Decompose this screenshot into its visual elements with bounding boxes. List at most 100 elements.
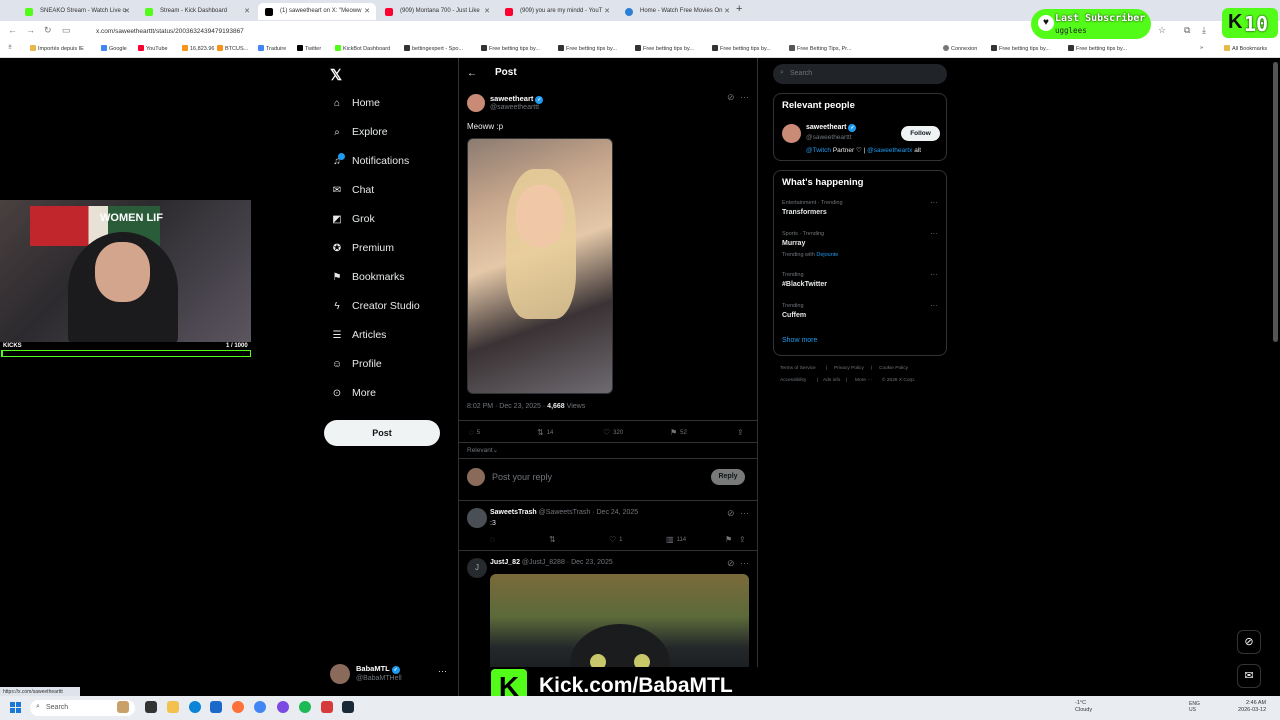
bookmark-item[interactable]: Importés depuis IE: [30, 45, 84, 52]
bookmark-item[interactable]: Free betting tips by...: [991, 45, 1050, 52]
new-tab-icon[interactable]: +: [736, 3, 742, 15]
bookmark-action[interactable]: ⚑ 52: [670, 428, 687, 437]
sidebar-item-creator-studio[interactable]: ϟ Creator Studio: [330, 300, 419, 320]
bookmark-item[interactable]: Free betting tips by...: [635, 45, 694, 52]
sidebar-item-grok[interactable]: ◩ Grok: [330, 213, 375, 233]
post-image[interactable]: [467, 138, 613, 394]
apps-icon[interactable]: ⠿: [8, 45, 12, 51]
reply-author-handle[interactable]: @JustJ_8288: [522, 559, 565, 566]
close-icon[interactable]: ✕: [244, 7, 250, 15]
chevron-right-icon[interactable]: »: [1200, 45, 1203, 51]
all-bookmarks[interactable]: All Bookmarks: [1224, 45, 1267, 52]
system-clock[interactable]: 2:46 AM 2026-03-12: [1238, 700, 1266, 714]
bio-link[interactable]: @Twitch: [806, 147, 831, 154]
bookmark-item[interactable]: Twitter: [297, 45, 321, 52]
close-icon[interactable]: ✕: [124, 7, 130, 15]
like-action[interactable]: ♡ 320: [603, 428, 623, 437]
sidebar-item-more[interactable]: ⊙ More: [330, 387, 376, 407]
bookmark-item[interactable]: Free betting tips by...: [558, 45, 617, 52]
bookmark-item[interactable]: Free betting tips by...: [481, 45, 540, 52]
sidebar-item-chat[interactable]: ✉ Chat: [330, 184, 374, 204]
app-icon[interactable]: [321, 701, 333, 713]
show-more-link[interactable]: Show more: [782, 337, 817, 344]
download-icon[interactable]: ⤓: [1202, 25, 1206, 36]
widgets-icon[interactable]: [117, 701, 129, 713]
reload-icon[interactable]: ↻: [44, 25, 52, 36]
reply-action[interactable]: ◌ 5: [469, 428, 480, 437]
reply-author-name[interactable]: SaweetsTrash: [490, 509, 537, 516]
avatar[interactable]: [467, 94, 485, 112]
browser-tab[interactable]: Stream - Kick Dashboard ✕: [138, 3, 256, 20]
grok-icon[interactable]: ⊘: [727, 508, 735, 519]
trend-item[interactable]: #BlackTwitter: [782, 281, 827, 288]
weather-widget[interactable]: -1°C Cloudy: [1075, 700, 1092, 714]
bookmark-item[interactable]: Free Betting Tips, Pr...: [789, 45, 851, 52]
person-name[interactable]: saweetheart ✓: [806, 124, 857, 132]
x-logo-icon[interactable]: 𝕏: [330, 66, 342, 84]
sidebar-item-home[interactable]: ⌂ Home: [330, 97, 380, 117]
footer-link[interactable]: Terms of Service: [780, 366, 816, 371]
windows-start-icon[interactable]: [10, 702, 21, 713]
share-action[interactable]: ⇪: [737, 428, 747, 437]
more-icon[interactable]: ···: [930, 229, 938, 238]
more-icon[interactable]: ···: [930, 270, 938, 279]
url-field[interactable]: x.com/saweethearttt/status/2003632439479…: [90, 25, 1130, 38]
account-name[interactable]: BabaMTL ✓: [356, 664, 400, 674]
reply-input[interactable]: Post your reply: [492, 472, 552, 482]
store-icon[interactable]: [210, 701, 222, 713]
reply-author-name[interactable]: JustJ_82: [490, 559, 520, 566]
more-icon[interactable]: ···: [740, 558, 749, 568]
avatar[interactable]: [782, 124, 801, 143]
close-icon[interactable]: ✕: [724, 7, 730, 15]
avatar[interactable]: [330, 664, 350, 684]
browser-tab[interactable]: Home - Watch Free Movies On ✕: [618, 3, 736, 20]
chrome-icon[interactable]: [254, 701, 266, 713]
post-author-name[interactable]: saweetheart ✓: [490, 94, 544, 104]
bookmark-item[interactable]: Traduire: [258, 45, 286, 52]
close-icon[interactable]: ✕: [484, 7, 490, 15]
follow-button[interactable]: Follow: [901, 126, 940, 141]
repost-action[interactable]: ⇅: [549, 535, 559, 544]
share-action[interactable]: ⇪: [739, 535, 749, 544]
bookmark-item[interactable]: 16,823.96: [182, 45, 214, 52]
grok-icon[interactable]: ⊘: [727, 92, 735, 103]
avatar[interactable]: [467, 508, 487, 528]
grok-icon[interactable]: ⊘: [1237, 630, 1261, 654]
language-indicator[interactable]: ENG US: [1189, 701, 1200, 713]
steam-icon[interactable]: [342, 701, 354, 713]
reply-action[interactable]: ◌: [490, 535, 498, 544]
star-icon[interactable]: ☆: [1158, 25, 1166, 36]
sidebar-item-explore[interactable]: ⌕ Explore: [330, 126, 387, 146]
browser-tab[interactable]: (909) you are my mindd - YouT ✕: [498, 3, 616, 20]
file-explorer-icon[interactable]: [167, 701, 179, 713]
repost-action[interactable]: ⇅ 14: [537, 428, 553, 437]
bookmark-item[interactable]: bettingexpert - Spo...: [404, 45, 463, 52]
task-view-icon[interactable]: [145, 701, 157, 713]
grok-icon[interactable]: ⊘: [727, 558, 735, 569]
post-author-handle[interactable]: @saweethearttt: [490, 104, 539, 111]
footer-link[interactable]: Privacy Policy: [834, 366, 864, 371]
trend-item[interactable]: Transformers: [782, 209, 827, 216]
sidebar-item-profile[interactable]: ☺ Profile: [330, 358, 382, 378]
close-icon[interactable]: ✕: [364, 7, 370, 15]
sidebar-item-notifications[interactable]: ♫ Notifications: [330, 153, 409, 175]
more-icon[interactable]: ···: [438, 666, 447, 676]
trend-item[interactable]: Murray: [782, 240, 805, 247]
bookmark-item[interactable]: Connexion: [943, 45, 977, 52]
firefox-icon[interactable]: [232, 701, 244, 713]
footer-link[interactable]: Ads info: [823, 378, 840, 383]
browser-tab[interactable]: (909) Montana 700 - Just Like ✕: [378, 3, 496, 20]
footer-link[interactable]: Cookie Policy: [879, 366, 908, 371]
like-action[interactable]: ♡ 1: [609, 535, 623, 544]
bookmark-item[interactable]: Free betting tips by...: [1068, 45, 1127, 52]
reply-button[interactable]: Reply: [711, 469, 745, 485]
forward-arrow-icon[interactable]: →: [26, 25, 35, 35]
sort-dropdown[interactable]: Relevant⌄: [467, 446, 498, 454]
extension-icon[interactable]: ⧉: [1184, 25, 1190, 36]
more-icon[interactable]: ···: [930, 301, 938, 310]
edge-icon[interactable]: [189, 701, 201, 713]
footer-link[interactable]: Accessibility: [780, 378, 806, 383]
bookmark-action[interactable]: ⚑: [725, 535, 735, 544]
bookmark-item[interactable]: Google: [101, 45, 127, 52]
search-input[interactable]: ⌕ Search: [773, 64, 947, 84]
